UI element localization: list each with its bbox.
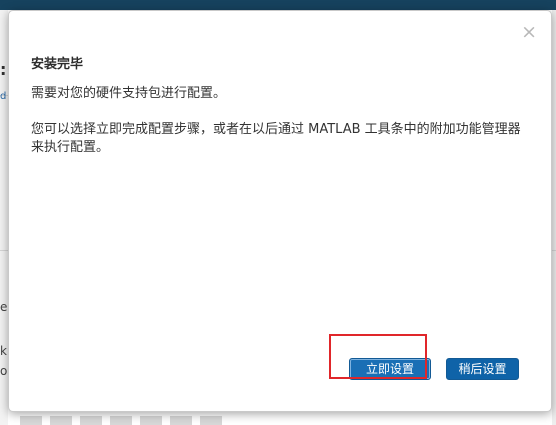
background-text-fragment: e	[0, 300, 8, 314]
dialog-title: 安装完毕	[31, 57, 84, 72]
dialog-detail: 您可以选择立即完成配置步骤，或者在以后通过 MATLAB 工具条中的附加功能管理…	[31, 122, 521, 155]
background-divider	[552, 250, 556, 251]
highlight-annotation-box	[329, 334, 427, 379]
background-divider	[0, 250, 8, 251]
installation-complete-dialog: × 安装完毕 需要对您的硬件支持包进行配置。 您可以选择立即完成配置步骤，或者在…	[8, 10, 552, 412]
dialog-message: 需要对您的硬件支持包进行配置。	[31, 86, 227, 101]
background-text-fragment: :	[0, 60, 7, 79]
background-text-fragment: k	[0, 344, 7, 358]
background-text-line	[20, 416, 230, 425]
close-icon[interactable]: ×	[521, 23, 537, 42]
background-right-edge	[552, 10, 556, 425]
setup-later-button[interactable]: 稍后设置	[446, 358, 519, 380]
background-link-fragment: d	[0, 91, 7, 102]
background-header-bar	[0, 0, 556, 10]
background-text-fragment: o	[0, 364, 8, 378]
